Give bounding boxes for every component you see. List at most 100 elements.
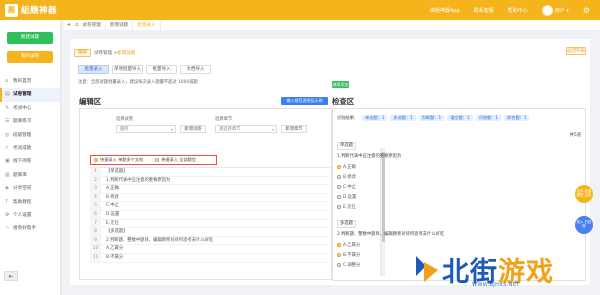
check-icon: ✓ [5,144,10,151]
sidebar-item-offline[interactable]: ▣ 线下阅卷 [0,155,60,168]
stat-composite[interactable]: 综合题：1 [504,115,530,121]
editor-line: 5 C.中止 [90,202,333,211]
top-nav: 綿題神器App 联系客服 帮助中心 用户 ▾ ⚙ [430,0,590,20]
breadcrumb-current: 新增试题 [117,51,136,56]
share-icon: ◈ [5,185,9,192]
editor-line: 4 B.修改 [90,193,333,203]
sidebar-item-class[interactable]: ◎ 班级管理 [0,129,60,142]
collapse-sidebar-icon[interactable]: ⇤ [4,271,18,281]
question-text-editor[interactable]: 1 【单选题】 2 1.判断代表中应注意的重要原因为 3 A.正确 4 B.修改 5 C.… [90,167,333,281]
side-menu: ⌂ 我的首页 ▤ 试卷管理 ✎ 考试中心 ☰ 题库练习 ◎ 班级管理 ✓ 考试成绩 ▣ 线下阅… [0,75,60,236]
question-text: 2.判断题、整数中题目、编辑教师对待所思考去什么好吃 [337,232,445,237]
sidebar-item-bank[interactable]: ▥ 题库库 [0,169,60,182]
radio-icon [155,158,160,162]
user-menu[interactable]: 用户 ▾ [541,4,569,16]
breadcrumb: 编辑 试卷管理 > 新增试题 [74,49,135,57]
check-area-title: 检查区 [332,97,355,106]
option-item[interactable]: C.调整分 [337,262,360,268]
total-count: 共5道 [569,133,581,138]
list-icon: ▤ [5,91,10,98]
stat-multi-choice[interactable]: 多选题：1 [390,115,416,121]
sidebar-item-exam-center[interactable]: ✎ 考试中心 [0,102,60,115]
new-chapter-button[interactable]: 新增章节 [281,125,307,133]
option-item[interactable]: D.设置 [337,194,356,200]
chapter-select[interactable]: 请选择章节 ▾ [215,125,277,133]
stat-single-choice[interactable]: 单选题：1 [361,115,388,121]
my-paper-button[interactable]: 我的试卷 [7,51,53,63]
stat-true-false[interactable]: 判断题：1 [418,115,445,121]
option-item[interactable]: B.修改 [337,174,356,180]
tab-batch-import[interactable]: 批量导入 [146,65,177,74]
entry-mode-tabs: 批量录入 单项批量导入 批量导入 文档导入 [78,65,211,74]
stat-qa[interactable]: 问答题：1 [475,115,502,121]
radio-icon [337,195,341,199]
radio-icon [337,175,341,179]
radio-all-types[interactable]: 快速录入 全部题型 [155,157,196,163]
sidebar-item-help[interactable]: ? 帮助教程 [0,196,60,209]
paper-select[interactable]: 题库 ▾ [116,125,176,133]
radio-checked-icon [94,158,98,162]
menu-icon: ☰ [5,118,10,125]
tab-doc-import[interactable]: 文档导入 [180,65,211,74]
nav-app-link[interactable]: 綿題神器App [430,7,460,14]
new-question-button[interactable]: 新建试题 [7,32,53,44]
nav-help-link[interactable]: 帮助中心 [508,7,528,14]
tab-paper-manage[interactable]: 试卷管理 [78,20,106,30]
chevron-down-icon: ▾ [271,127,274,132]
radio-multi-doc[interactable]: 快速录入 单题多个文档 [94,157,143,163]
tab-batch-entry[interactable]: 批量录入 [133,20,161,30]
back-arrow-icon[interactable]: ◂ [67,22,70,28]
edit-box: 选择试卷 题库 ▾ 新增试卷 选择章节 请选择章节 ▾ 新增章节 快速录入 单题多个… [79,108,333,281]
logo-text: 組題神器 [21,6,58,16]
editor-line: 3 A.正确 [90,185,333,194]
sidebar-item-paper-manage[interactable]: ▤ 试卷管理 [0,88,60,103]
sidebar-item-settings[interactable]: ⚙ 个人设置 [0,209,60,222]
editor-line: 9 2.判断题、整数中题目、编辑教师对待所思考去什么好吃 [90,236,333,246]
gear-icon[interactable]: ⚙ [583,6,590,15]
question-type-tag: 单选题 [337,142,356,150]
sidebar-item-share[interactable]: ◈ 分享空间 [0,182,60,195]
continue-add-button[interactable]: 继续添加 [332,81,349,88]
option-item[interactable]: A.乙属分 [337,242,360,248]
radio-checked-icon [337,165,341,169]
option-item[interactable]: A.正确 [337,164,356,170]
logo-mark: 题 [5,3,18,17]
sidebar-item-practice[interactable]: ☰ 题库练习 [0,115,60,128]
pen-icon: ✎ [5,104,10,111]
home-icon: ⌂ [5,78,9,84]
sidebar-item-home[interactable]: ⌂ 我的首页 [0,75,60,88]
option-item[interactable]: E.无任 [337,204,356,210]
app-logo[interactable]: 题 組題神器 [5,2,63,18]
select-chapter-label: 选择章节 [215,117,233,122]
edit-tag: 编辑 [74,49,91,57]
entry-type-radio-group: 快速录入 单题多个文档 快速录入 全部题型 [90,155,217,165]
checkbox-icon [337,263,341,267]
merge-float-button[interactable]: 合并 批量题型 点击 [575,185,593,203]
editor-line: 7 E.无任 [90,219,333,229]
new-paper-button[interactable]: 新增试卷 [180,125,206,133]
watermark-logo-icon [416,256,438,282]
question-text: 1.判断代表中应注意的重要原因为 [337,154,402,159]
breadcrumb-parent[interactable]: 试卷管理 > [94,50,117,56]
tab-single-batch-import[interactable]: 单项批量导入 [112,65,143,74]
sidebar: 新建试题 我的试卷 ⌂ 我的首页 ▤ 试卷管理 ✎ 考试中心 ☰ 题库练习 ◎ 班级管理 … [0,20,61,295]
select-paper-label: 选择试卷 [116,117,134,122]
radio-icon [337,185,341,189]
editor-line: 11 B.不属分 [90,253,333,263]
sidebar-item-scores[interactable]: ✓ 考试成绩 [0,142,60,155]
crumb-nav: ◂ ⌂ [64,22,78,28]
sidebar-item-helper[interactable]: ☆ 组卷好帮手 [0,222,60,235]
option-item[interactable]: B.不属分 [337,252,360,258]
watermark-url: WWW.BJHXS.NET [472,282,520,288]
option-item[interactable]: C.中止 [337,184,356,190]
stat-fill-blank[interactable]: 填空题：1 [447,115,473,121]
input-spec-button[interactable]: 输入规范说明及示例 [281,97,328,105]
verify-float-button[interactable]: 录入 已校验 [575,216,593,234]
bank-icon: ▥ [5,171,10,178]
nav-contact-link[interactable]: 联系客服 [474,7,494,14]
gear-icon: ⚙ [5,211,10,218]
back-to-list-button[interactable]: 返回列表 [566,47,586,55]
tab-batch-entry-mode[interactable]: 批量录入 [78,65,109,74]
radio-icon [337,205,341,209]
tab-new-question[interactable]: 新增试题 [106,20,134,30]
